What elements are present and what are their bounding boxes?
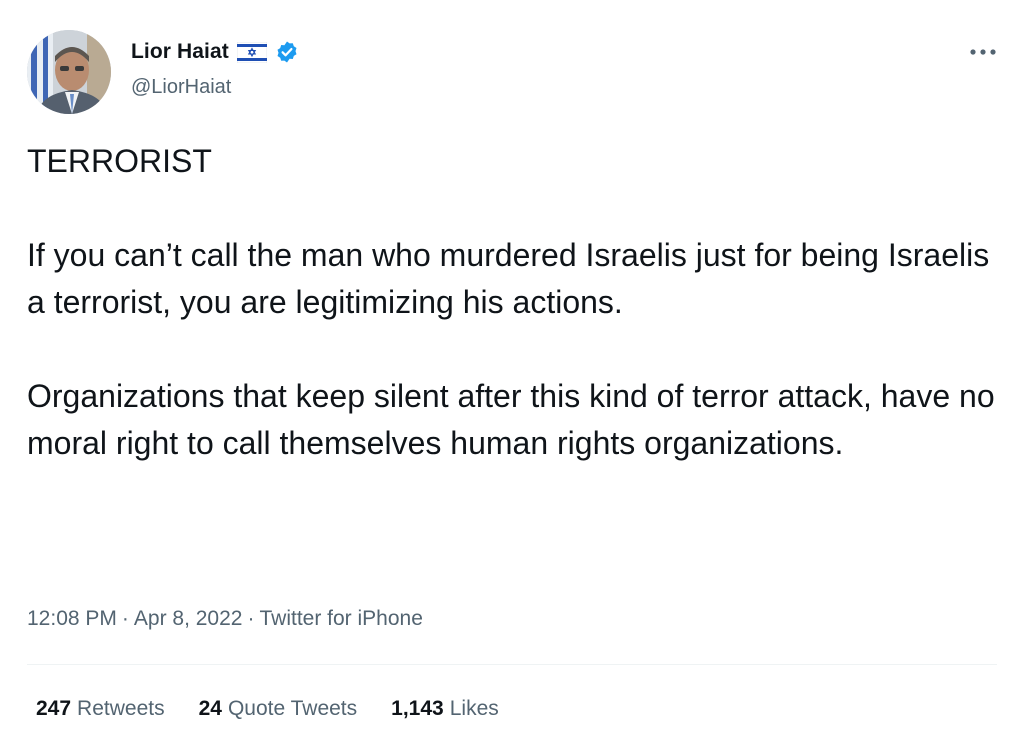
author-name-row: Lior Haiat xyxy=(131,38,299,66)
tweet-paragraph: TERRORIST xyxy=(27,143,212,179)
retweets-label: Retweets xyxy=(77,697,165,720)
more-options-icon xyxy=(970,49,996,55)
quote-tweets-count: 24 xyxy=(198,697,222,720)
likes-stat[interactable]: 1,143 Likes xyxy=(391,697,499,721)
tweet-paragraph: Organizations that keep silent after thi… xyxy=(27,378,1004,461)
meta-separator: · xyxy=(247,607,255,630)
retweets-stat[interactable]: 247 Retweets xyxy=(36,697,165,721)
more-options-button[interactable] xyxy=(958,30,1008,74)
avatar-photo xyxy=(27,30,111,114)
verified-badge-icon xyxy=(275,40,299,64)
israel-flag-icon xyxy=(236,41,268,63)
tweet-text: TERRORIST If you can’t call the man who … xyxy=(27,138,997,467)
likes-label: Likes xyxy=(449,697,499,720)
tweet-time[interactable]: 12:08 PM xyxy=(27,607,117,631)
tweet-meta: 12:08 PM · Apr 8, 2022 · Twitter for iPh… xyxy=(27,604,423,634)
likes-count: 1,143 xyxy=(391,697,444,720)
quote-tweets-label: Quote Tweets xyxy=(227,697,358,720)
tweet-source[interactable]: Twitter for iPhone xyxy=(259,607,422,631)
divider xyxy=(27,664,997,665)
retweets-count: 247 xyxy=(36,697,72,720)
tweet-card: Lior Haiat @LiorHaiat TERRORIST If you c… xyxy=(0,0,1024,741)
quote-tweets-stat[interactable]: 24 Quote Tweets xyxy=(199,697,358,721)
author-avatar[interactable] xyxy=(27,30,111,114)
tweet-stats: 247 Retweets 24 Quote Tweets 1,143 Likes xyxy=(36,694,533,724)
tweet-paragraph: If you can’t call the man who murdered I… xyxy=(27,237,999,320)
meta-separator: · xyxy=(121,607,129,630)
author-name[interactable]: Lior Haiat xyxy=(131,40,229,64)
tweet-date[interactable]: Apr 8, 2022 xyxy=(134,607,243,631)
author-handle[interactable]: @LiorHaiat xyxy=(131,76,231,99)
